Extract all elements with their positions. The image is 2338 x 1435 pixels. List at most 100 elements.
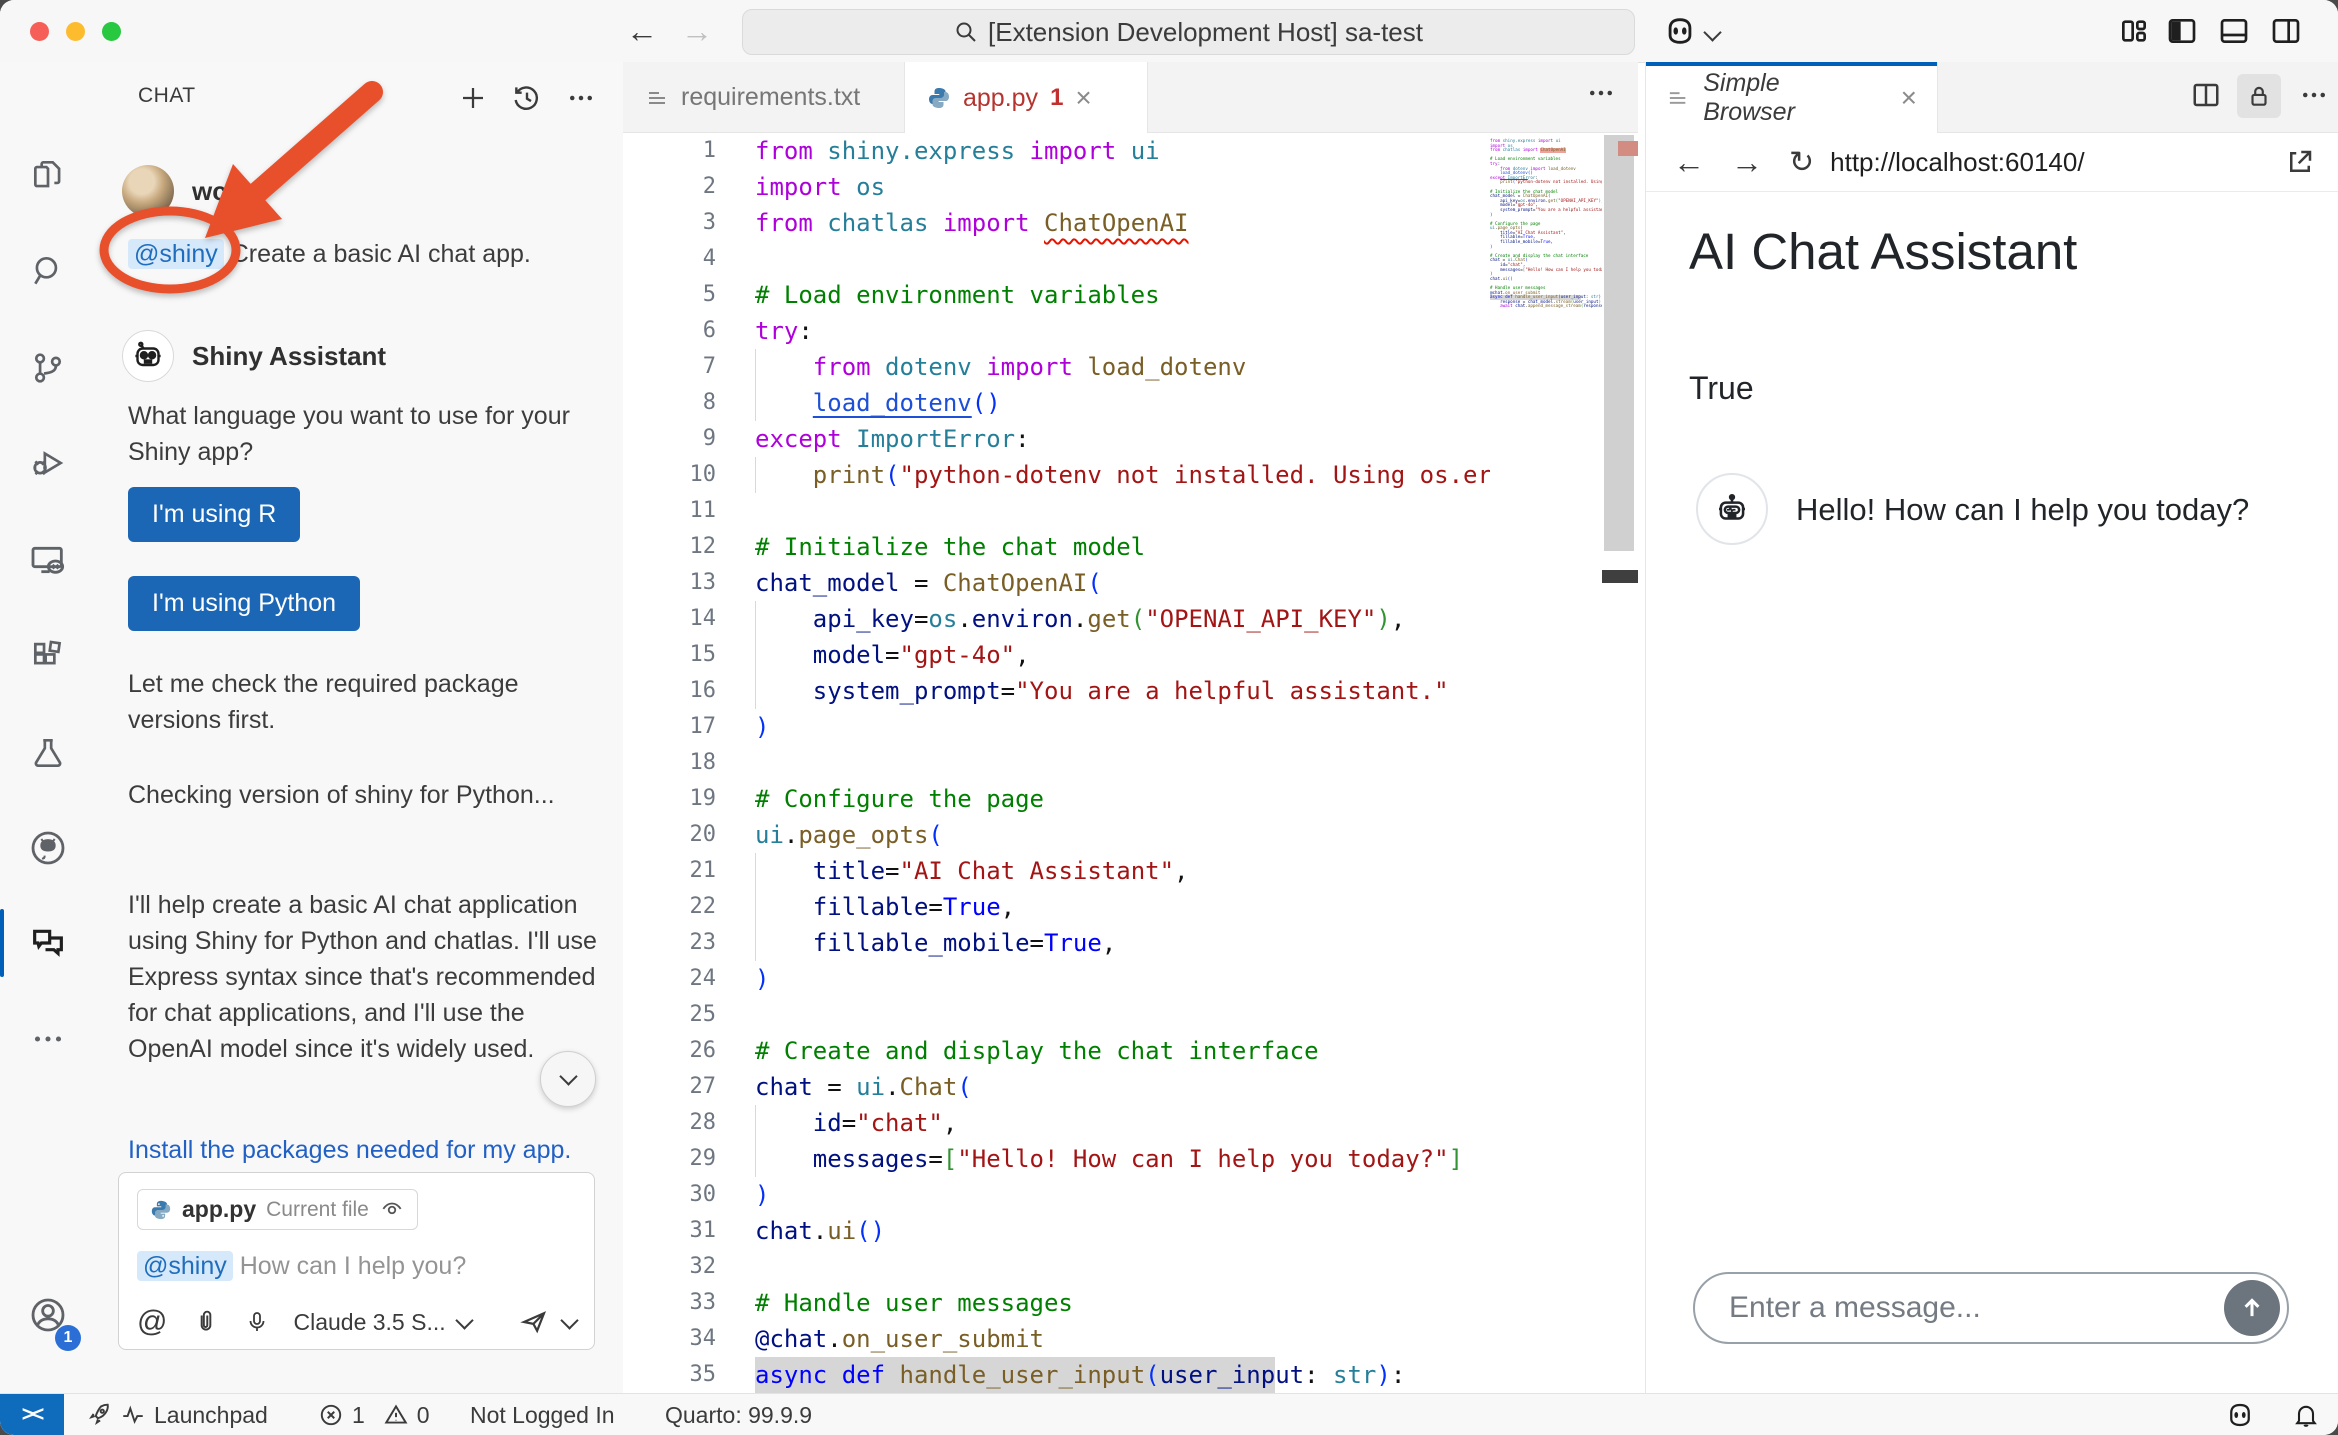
message-input-field[interactable] [1727, 1290, 2224, 1326]
code-line[interactable]: 23 fillable_mobile=True, [623, 925, 1638, 961]
code-line[interactable]: 11 [623, 493, 1638, 529]
code-line[interactable]: 8 load_dotenv() [623, 385, 1638, 421]
close-tab-icon[interactable]: × [1901, 82, 1917, 114]
editor-more-actions-icon[interactable] [1586, 78, 1616, 108]
using-python-button[interactable]: I'm using Python [128, 576, 360, 631]
toggle-secondary-sidebar-icon[interactable] [2264, 9, 2308, 53]
close-window-button[interactable] [30, 22, 49, 41]
copilot-icon[interactable] [1658, 9, 1702, 53]
code-line[interactable]: 25 [623, 997, 1638, 1033]
code-line[interactable]: 35async def handle_user_input(user_input… [623, 1357, 1638, 1393]
tab-app-py[interactable]: app.py 1 × [905, 62, 1148, 134]
source-control-icon[interactable] [0, 330, 95, 406]
code-line[interactable]: 2import os [623, 169, 1638, 205]
close-tab-icon[interactable]: × [1075, 82, 1091, 114]
notifications-bell-icon[interactable] [2292, 1394, 2320, 1435]
lock-toggle[interactable] [2237, 74, 2281, 118]
explorer-icon[interactable] [0, 137, 95, 213]
tab-simple-browser[interactable]: Simple Browser × [1646, 62, 1938, 133]
accounts-icon[interactable]: 1 [0, 1277, 95, 1353]
toggle-panel-icon[interactable] [2212, 9, 2256, 53]
extensions-icon[interactable] [0, 618, 95, 694]
code-line[interactable]: 14 api_key=os.environ.get("OPENAI_API_KE… [623, 601, 1638, 637]
code-line[interactable]: 28 id="chat", [623, 1105, 1638, 1141]
code-line[interactable]: 3from chatlas import ChatOpenAI [623, 205, 1638, 241]
browser-more-actions-icon[interactable] [2299, 80, 2329, 110]
github-icon[interactable] [0, 810, 95, 886]
code-line[interactable]: 5# Load environment variables [623, 277, 1638, 313]
code-line[interactable]: 27chat = ui.Chat( [623, 1069, 1638, 1105]
copilot-status-icon[interactable] [2225, 1394, 2255, 1435]
code-line[interactable]: 17) [623, 709, 1638, 745]
code-line[interactable]: print("python-dotenv not installed. Usin… [1490, 180, 1602, 185]
chat-history-icon[interactable] [507, 78, 547, 118]
eye-icon[interactable] [379, 1197, 405, 1223]
run-debug-icon[interactable] [0, 425, 95, 501]
code-line[interactable]: 33# Handle user messages [623, 1285, 1638, 1321]
code-line[interactable]: 16 system_prompt="You are a helpful assi… [623, 673, 1638, 709]
code-line[interactable]: 29 messages=["Hello! How can I help you … [623, 1141, 1638, 1177]
code-line[interactable]: 7 from dotenv import load_dotenv [623, 349, 1638, 385]
attach-icon[interactable] [193, 1309, 219, 1335]
more-views-icon[interactable] [0, 1001, 95, 1077]
code-line[interactable]: 15 model="gpt-4o", [623, 637, 1638, 673]
mention-context-icon[interactable]: @ [137, 1305, 167, 1339]
tab-requirements-txt[interactable]: requirements.txt [623, 62, 905, 133]
code-line[interactable]: 26# Create and display the chat interfac… [623, 1033, 1638, 1069]
using-r-button[interactable]: I'm using R [128, 487, 300, 542]
editor-scrollbar[interactable] [1602, 133, 1638, 1393]
search-view-icon[interactable] [0, 233, 95, 309]
command-center-search[interactable]: [Extension Development Host] sa-test [742, 9, 1635, 55]
browser-back-icon[interactable]: ← [1673, 144, 1705, 181]
zoom-window-button[interactable] [102, 22, 121, 41]
scrollbar-thumb[interactable] [1604, 135, 1634, 551]
code-line[interactable]: 12# Initialize the chat model [623, 529, 1638, 565]
code-editor[interactable]: 1from shiny.express import ui2import os3… [623, 133, 1638, 1393]
attached-file-chip[interactable]: app.py Current file [137, 1189, 418, 1230]
send-message-button[interactable] [2224, 1280, 2280, 1336]
microphone-icon[interactable] [245, 1309, 269, 1335]
scroll-to-bottom-button[interactable] [540, 1051, 596, 1107]
launchpad-item[interactable]: Launchpad [86, 1394, 268, 1435]
code-line[interactable]: messages=["Hello! How can I help you tod… [1490, 268, 1602, 273]
browser-url[interactable]: http://localhost:60140/ [1830, 147, 2084, 178]
remote-explorer-icon[interactable] [0, 522, 95, 598]
code-line[interactable]: system_prompt="You are a helpful assista… [1490, 208, 1602, 213]
chat-view-icon[interactable] [0, 905, 95, 981]
code-line[interactable]: 1from shiny.express import ui [623, 133, 1638, 169]
remote-indicator[interactable]: >< [0, 1394, 64, 1435]
problems-item[interactable]: 1 0 [318, 1394, 430, 1435]
chat-input-text[interactable]: @shiny How can I help you? [137, 1252, 576, 1281]
code-line[interactable]: 22 fillable=True, [623, 889, 1638, 925]
send-icon[interactable] [519, 1307, 549, 1337]
forward-arrow-icon[interactable]: → [675, 9, 719, 53]
customize-layout-icon[interactable] [2112, 9, 2156, 53]
shiny-mention-chip[interactable]: @shiny [128, 239, 224, 269]
install-packages-link[interactable]: Install the packages needed for my app. [128, 1136, 571, 1165]
code-line[interactable]: 19# Configure the page [623, 781, 1638, 817]
code-line[interactable]: 18 [623, 745, 1638, 781]
code-line[interactable]: 6try: [623, 313, 1638, 349]
model-picker-chevron-icon[interactable] [455, 1311, 473, 1329]
send-options-chevron-icon[interactable] [560, 1311, 578, 1329]
code-line[interactable]: 13chat_model = ChatOpenAI( [623, 565, 1638, 601]
code-line[interactable]: 24) [623, 961, 1638, 997]
minimap[interactable]: from shiny.express import uiimport osfro… [1490, 133, 1602, 1393]
chat-more-actions-icon[interactable] [561, 78, 601, 118]
model-picker[interactable]: Claude 3.5 S... [293, 1309, 445, 1336]
code-line[interactable]: await chat.append_message_stream(respons… [1490, 304, 1602, 309]
new-chat-icon[interactable] [453, 78, 493, 118]
code-line[interactable]: 30) [623, 1177, 1638, 1213]
quarto-version-item[interactable]: Quarto: 99.9.9 [665, 1394, 812, 1435]
code-line[interactable]: 4 [623, 241, 1638, 277]
code-line[interactable]: 31chat.ui() [623, 1213, 1638, 1249]
browser-forward-icon[interactable]: → [1731, 144, 1763, 181]
open-external-icon[interactable] [2285, 147, 2315, 177]
back-arrow-icon[interactable]: ← [620, 9, 664, 53]
browser-reload-icon[interactable]: ↻ [1789, 145, 1814, 180]
code-line[interactable]: 32 [623, 1249, 1638, 1285]
code-line[interactable]: 9except ImportError: [623, 421, 1638, 457]
code-line[interactable]: 10 print("python-dotenv not installed. U… [623, 457, 1638, 493]
chat-input-box[interactable]: app.py Current file @shiny How can I hel… [118, 1172, 595, 1350]
testing-beaker-icon[interactable] [0, 715, 95, 791]
